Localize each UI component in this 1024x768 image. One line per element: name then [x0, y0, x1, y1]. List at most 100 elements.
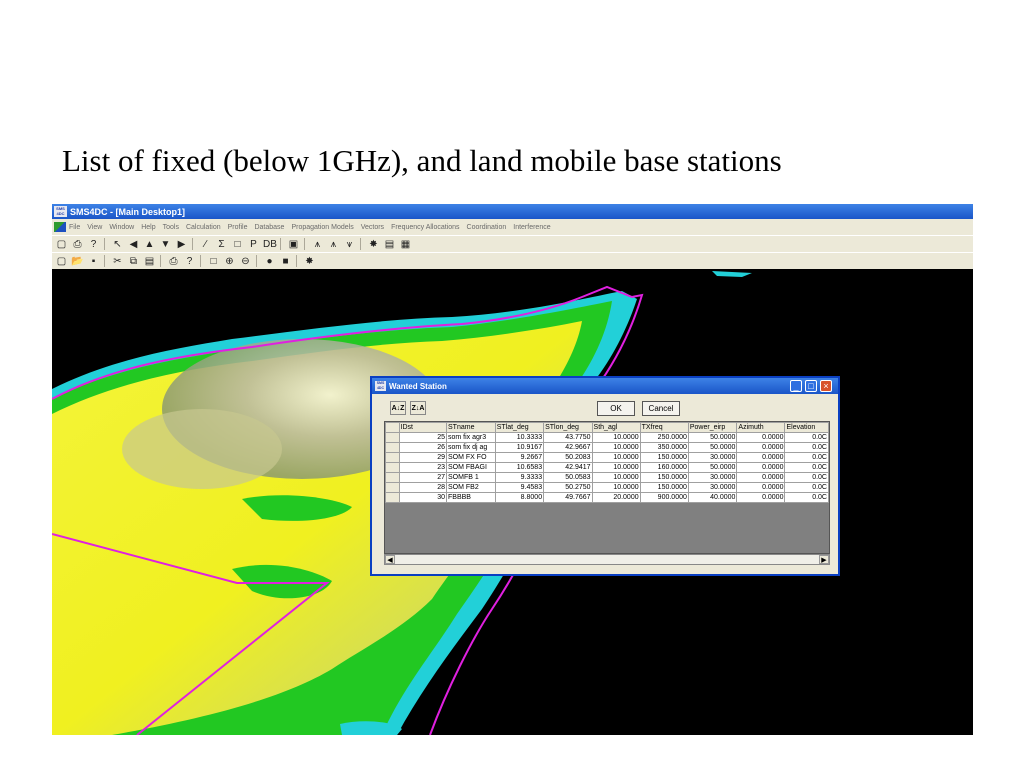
cell-stlon_deg: 50.2750: [543, 482, 593, 493]
toolbar-separator: [256, 255, 257, 267]
column-header-stlon_deg[interactable]: STlon_deg: [543, 422, 593, 433]
column-header-idst[interactable]: IDst: [398, 422, 448, 433]
print-icon[interactable]: ⎙: [167, 255, 180, 268]
dialog-titlebar[interactable]: SMS 4DC Wanted Station: [372, 378, 838, 394]
sigma-icon[interactable]: Σ: [215, 238, 228, 251]
new-doc-icon[interactable]: ▢: [55, 238, 68, 251]
minimize-button[interactable]: _: [790, 380, 802, 392]
window-icon[interactable]: ▤: [383, 238, 396, 251]
tower-icon[interactable]: ⩚: [311, 238, 324, 251]
tower-multi-icon[interactable]: ⩚: [327, 238, 340, 251]
rectangle-icon[interactable]: □: [231, 238, 244, 251]
sort-descending-button[interactable]: Z↓A: [410, 401, 426, 415]
stop-icon[interactable]: ■: [279, 255, 292, 268]
station-grid: IDst STname STlat_deg STlon_deg Sth_agl TXfre…: [385, 422, 829, 503]
cancel-button[interactable]: Cancel: [642, 401, 680, 416]
menu-item-database[interactable]: Database: [254, 224, 284, 231]
menu-item-calculation[interactable]: Calculation: [186, 224, 221, 231]
image-icon[interactable]: ▣: [287, 238, 300, 251]
column-header-elevation[interactable]: Elevation: [784, 422, 829, 433]
pdf-icon[interactable]: P: [247, 238, 260, 251]
pointer-icon[interactable]: ↖: [111, 238, 124, 251]
row-selector[interactable]: [385, 462, 400, 473]
sort-ascending-button[interactable]: A↓Z: [390, 401, 406, 415]
table-row[interactable]: 28 SOM FB2 9.4583 50.2750 10.0000 150.0000 30.…: [385, 482, 829, 493]
arrow-right-icon[interactable]: ▶: [175, 238, 188, 251]
row-selector[interactable]: [385, 472, 400, 483]
arrow-down-icon[interactable]: ▼: [159, 238, 172, 251]
menu-item-coordination[interactable]: Coordination: [467, 224, 507, 231]
antenna-icon[interactable]: ⩛: [343, 238, 356, 251]
horizontal-scrollbar[interactable]: ◀ ▶: [384, 554, 830, 565]
column-header-stname[interactable]: STname: [446, 422, 496, 433]
table-row[interactable]: 23 SOM FBAGI 10.6583 42.9417 10.0000 160.0000…: [385, 462, 829, 473]
cell-azimuth: 0.0000: [736, 432, 786, 443]
menu-item-help[interactable]: Help: [141, 224, 155, 231]
column-header-power_eirp[interactable]: Power_eirp: [687, 422, 738, 433]
print-icon[interactable]: ⎙: [71, 238, 84, 251]
menu-item-profile[interactable]: Profile: [228, 224, 248, 231]
cell-azimuth: 0.0000: [736, 462, 786, 473]
table-row[interactable]: 25 som fix agr3 10.3333 43.7750 10.0000 250.0…: [385, 432, 829, 443]
palette-icon[interactable]: ▦: [399, 238, 412, 251]
sun-icon[interactable]: ✸: [303, 255, 316, 268]
table-row[interactable]: 30 FBBBB 8.8000 49.7667 20.0000 900.0000 40.00…: [385, 492, 829, 503]
column-header-sth_agl[interactable]: Sth_agl: [591, 422, 641, 433]
row-selector[interactable]: [385, 442, 400, 453]
row-selector[interactable]: [385, 432, 400, 443]
db-icon[interactable]: DB: [263, 238, 277, 251]
close-button[interactable]: ×: [820, 380, 832, 392]
menu-item-frequency-allocations[interactable]: Frequency Allocations: [391, 224, 459, 231]
scroll-left-button[interactable]: ◀: [385, 555, 395, 564]
cell-idst: 26: [398, 442, 448, 453]
help-icon[interactable]: ?: [87, 238, 100, 251]
menu-item-vectors[interactable]: Vectors: [361, 224, 384, 231]
cut-icon[interactable]: ✂: [111, 255, 124, 268]
cell-power_eirp: 50.0000: [687, 462, 738, 473]
table-row[interactable]: 26 som fix dj ag 10.9167 42.9667 10.0000 350.…: [385, 442, 829, 453]
toolbar-separator: [104, 238, 105, 250]
document-menu-icon[interactable]: [54, 222, 66, 232]
menu-item-view[interactable]: View: [87, 224, 102, 231]
save-icon[interactable]: ▪: [87, 255, 100, 268]
app-titlebar[interactable]: SMS 4DC SMS4DC - [Main Desktop1]: [52, 204, 973, 219]
cell-azimuth: 0.0000: [736, 442, 786, 453]
copy-icon[interactable]: ⧉: [127, 255, 140, 268]
row-selector[interactable]: [385, 452, 400, 463]
station-table[interactable]: IDst STname STlat_deg STlon_deg Sth_agl TXfre…: [384, 421, 830, 554]
zoom-out-icon[interactable]: ⊖: [239, 255, 252, 268]
toolbar-separator: [192, 238, 193, 250]
row-selector[interactable]: [385, 492, 400, 503]
sun-icon[interactable]: ✸: [367, 238, 380, 251]
menu-item-window[interactable]: Window: [109, 224, 134, 231]
menu-item-interference[interactable]: Interference: [513, 224, 550, 231]
maximize-button[interactable]: □: [805, 380, 817, 392]
paste-icon[interactable]: ▤: [143, 255, 156, 268]
line-icon[interactable]: ∕: [199, 238, 212, 251]
arrow-up-icon[interactable]: ▲: [143, 238, 156, 251]
ok-button[interactable]: OK: [597, 401, 635, 416]
table-row[interactable]: 27 SOMFB 1 9.3333 50.0583 10.0000 150.0000 30.…: [385, 472, 829, 483]
cell-power_eirp: 50.0000: [687, 442, 738, 453]
menu-item-tools[interactable]: Tools: [163, 224, 179, 231]
menu-item-file[interactable]: File: [69, 224, 80, 231]
cell-sth_agl: 10.0000: [591, 472, 641, 483]
row-selector[interactable]: [385, 482, 400, 493]
cell-power_eirp: 50.0000: [687, 432, 738, 443]
scroll-right-button[interactable]: ▶: [819, 555, 829, 564]
new-doc-icon[interactable]: ▢: [55, 255, 68, 268]
column-header-stlat_deg[interactable]: STlat_deg: [494, 422, 545, 433]
table-row[interactable]: 29 SOM FX FO 9.2667 50.2083 10.0000 150.0000 3…: [385, 452, 829, 463]
column-header-azimuth[interactable]: Azimuth: [736, 422, 786, 433]
highland-area-2: [122, 409, 282, 489]
toolbar-separator: [104, 255, 105, 267]
circle-icon[interactable]: ●: [263, 255, 276, 268]
column-header-txfreq[interactable]: TXfreq: [639, 422, 689, 433]
menu-item-propagation-models[interactable]: Propagation Models: [291, 224, 353, 231]
open-folder-icon[interactable]: 📂: [71, 255, 84, 268]
help-icon[interactable]: ?: [183, 255, 196, 268]
zoom-in-icon[interactable]: ⊕: [223, 255, 236, 268]
rectangle-icon[interactable]: □: [207, 255, 220, 268]
cell-sth_agl: 10.0000: [591, 482, 641, 493]
arrow-left-icon[interactable]: ◀: [127, 238, 140, 251]
